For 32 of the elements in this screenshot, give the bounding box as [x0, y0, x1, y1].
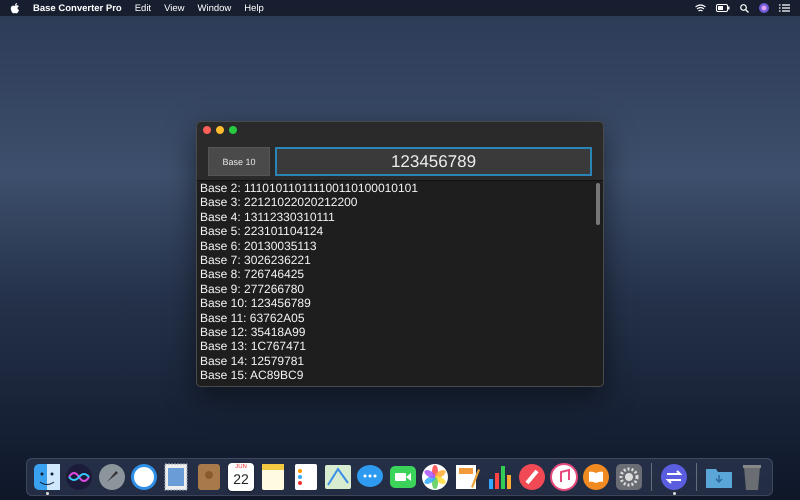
result-row-text: Base 7: 3026236221 [200, 253, 312, 268]
result-row-text: Base 11: 63762A05 [200, 310, 306, 326]
menu-item[interactable]: Help [244, 2, 264, 14]
calendar-day: 22 [233, 471, 249, 487]
close-icon[interactable] [203, 126, 211, 134]
menu-item[interactable]: Edit [134, 2, 152, 14]
result-row-text: Base 3: 22121022020212200 [200, 195, 358, 210]
result-row-text: Base 15: AC89BC9 [200, 368, 304, 383]
wifi-icon[interactable] [695, 4, 706, 12]
result-row-text: Base 8: 726746425 [200, 267, 306, 282]
menu-item[interactable]: View [164, 2, 184, 14]
base-button[interactable]: Base 10 [208, 147, 270, 176]
result-row-text: Base 9: 277266780 [200, 282, 306, 296]
apple-logo-icon[interactable] [10, 2, 20, 14]
app-menu[interactable]: Base Converter Pro [33, 2, 122, 14]
scrollbar-thumb[interactable] [596, 183, 600, 225]
result-row-text: Base 13: 1C767471 [200, 339, 308, 354]
minimize-icon[interactable] [216, 126, 224, 134]
menu-item[interactable]: Window [198, 2, 232, 14]
number-input[interactable]: 123456789 [275, 147, 592, 176]
result-row-text: Base 4: 13112330310111 [200, 210, 336, 224]
zoom-icon[interactable] [229, 126, 237, 134]
result-row-text: Base 6: 20130035113 [200, 238, 318, 254]
result-row-text: Base 2: 111010110111100110100010101 [200, 181, 419, 196]
result-row-text: Base 12: 35418A99 [200, 325, 306, 340]
result-row-text: Base 14: 12579781 [200, 354, 306, 368]
orb-icon[interactable] [759, 3, 769, 13]
battery-icon[interactable] [716, 4, 730, 12]
result-row-text: Base 5: 223101104124 [200, 224, 324, 239]
list-icon[interactable] [779, 4, 790, 12]
search-icon[interactable] [740, 4, 749, 12]
result-row-text: Base 10: 123456789 [200, 296, 312, 311]
